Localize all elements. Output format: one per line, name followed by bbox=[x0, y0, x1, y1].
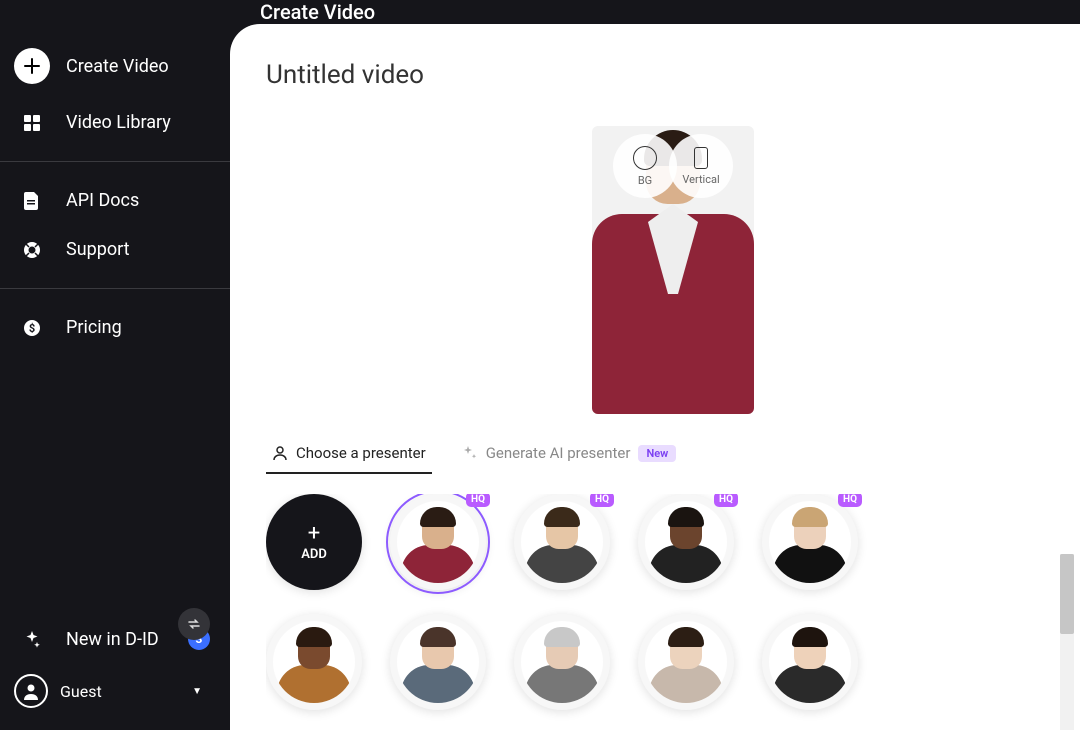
sidebar-item-pricing[interactable]: $ Pricing bbox=[0, 303, 230, 352]
person-icon bbox=[272, 445, 288, 461]
user-avatar-icon bbox=[14, 674, 48, 708]
svg-text:$: $ bbox=[29, 322, 35, 335]
plus-icon: + bbox=[308, 523, 320, 545]
presenter-card[interactable]: HQ bbox=[390, 494, 486, 590]
hq-badge: HQ bbox=[466, 494, 490, 507]
sidebar-item-label: Support bbox=[66, 239, 130, 260]
orientation-button[interactable]: Vertical bbox=[669, 134, 733, 198]
presenter-card[interactable]: HQ bbox=[514, 494, 610, 590]
sidebar: Create Video Video Library API Docs bbox=[0, 24, 230, 730]
presenter-card[interactable] bbox=[638, 614, 734, 710]
presenter-grid: +ADDHQHQHQHQ bbox=[266, 494, 1080, 730]
presenter-avatar bbox=[645, 621, 727, 703]
new-badge: New bbox=[638, 445, 676, 462]
tab-label: Generate AI presenter bbox=[486, 444, 631, 462]
tab-label: Choose a presenter bbox=[296, 444, 426, 462]
hq-badge: HQ bbox=[838, 494, 862, 507]
presenter-avatar bbox=[769, 501, 851, 583]
user-menu[interactable]: Guest ▼ bbox=[0, 664, 230, 718]
sparkle-icon bbox=[14, 630, 50, 648]
video-title-input[interactable]: Untitled video bbox=[266, 60, 1080, 90]
user-name: Guest bbox=[60, 682, 102, 701]
portrait-icon bbox=[694, 147, 708, 169]
sidebar-item-label: Pricing bbox=[66, 317, 122, 338]
document-icon bbox=[14, 192, 50, 210]
bg-label: BG bbox=[638, 174, 652, 187]
presenter-avatar bbox=[273, 621, 355, 703]
presenter-avatar bbox=[521, 501, 603, 583]
sidebar-item-label: Video Library bbox=[66, 112, 171, 133]
presenter-card[interactable] bbox=[390, 614, 486, 710]
presenter-card[interactable] bbox=[514, 614, 610, 710]
arrow-switch-icon bbox=[187, 617, 201, 631]
presenter-avatar bbox=[521, 621, 603, 703]
presenter-card[interactable]: HQ bbox=[762, 494, 858, 590]
sidebar-item-label: New in D-ID bbox=[66, 629, 159, 650]
tab-choose-presenter[interactable]: Choose a presenter bbox=[266, 434, 432, 474]
expand-sidebar-button[interactable] bbox=[178, 608, 210, 640]
background-button[interactable]: BG bbox=[613, 134, 677, 198]
sidebar-item-support[interactable]: Support bbox=[0, 225, 230, 274]
sidebar-item-label: Create Video bbox=[66, 56, 169, 77]
plus-icon bbox=[14, 48, 50, 84]
video-preview: BG Vertical bbox=[592, 126, 754, 414]
sidebar-item-create-video[interactable]: Create Video bbox=[0, 34, 230, 98]
presenter-card[interactable] bbox=[266, 614, 362, 710]
sidebar-item-video-library[interactable]: Video Library bbox=[0, 98, 230, 147]
hq-badge: HQ bbox=[714, 494, 738, 507]
sidebar-item-label: API Docs bbox=[66, 190, 139, 211]
add-presenter-button[interactable]: + ADD bbox=[266, 494, 362, 590]
presenter-card[interactable]: HQ bbox=[638, 494, 734, 590]
presenter-avatar bbox=[397, 621, 479, 703]
presenter-avatar bbox=[645, 501, 727, 583]
divider bbox=[0, 288, 230, 289]
dollar-icon: $ bbox=[14, 319, 50, 337]
presenter-tabs: Choose a presenter Generate AI presenter… bbox=[266, 434, 1080, 474]
page-title: Create Video bbox=[260, 0, 375, 24]
divider bbox=[0, 161, 230, 162]
presenter-card[interactable] bbox=[762, 614, 858, 710]
main-panel: Untitled video BG Vertical bbox=[230, 24, 1080, 730]
scrollbar[interactable] bbox=[1060, 554, 1074, 730]
chevron-down-icon: ▼ bbox=[192, 686, 202, 697]
circle-icon bbox=[633, 146, 657, 170]
orientation-label: Vertical bbox=[682, 173, 719, 186]
lifebuoy-icon bbox=[14, 241, 50, 259]
presenter-avatar bbox=[397, 501, 479, 583]
hq-badge: HQ bbox=[590, 494, 614, 507]
sidebar-item-api-docs[interactable]: API Docs bbox=[0, 176, 230, 225]
add-label: ADD bbox=[301, 547, 327, 562]
scrollbar-thumb[interactable] bbox=[1060, 554, 1074, 634]
sparkles-icon bbox=[462, 445, 478, 461]
grid-icon bbox=[14, 114, 50, 132]
tab-generate-ai[interactable]: Generate AI presenter New bbox=[456, 434, 683, 474]
presenter-avatar bbox=[769, 621, 851, 703]
